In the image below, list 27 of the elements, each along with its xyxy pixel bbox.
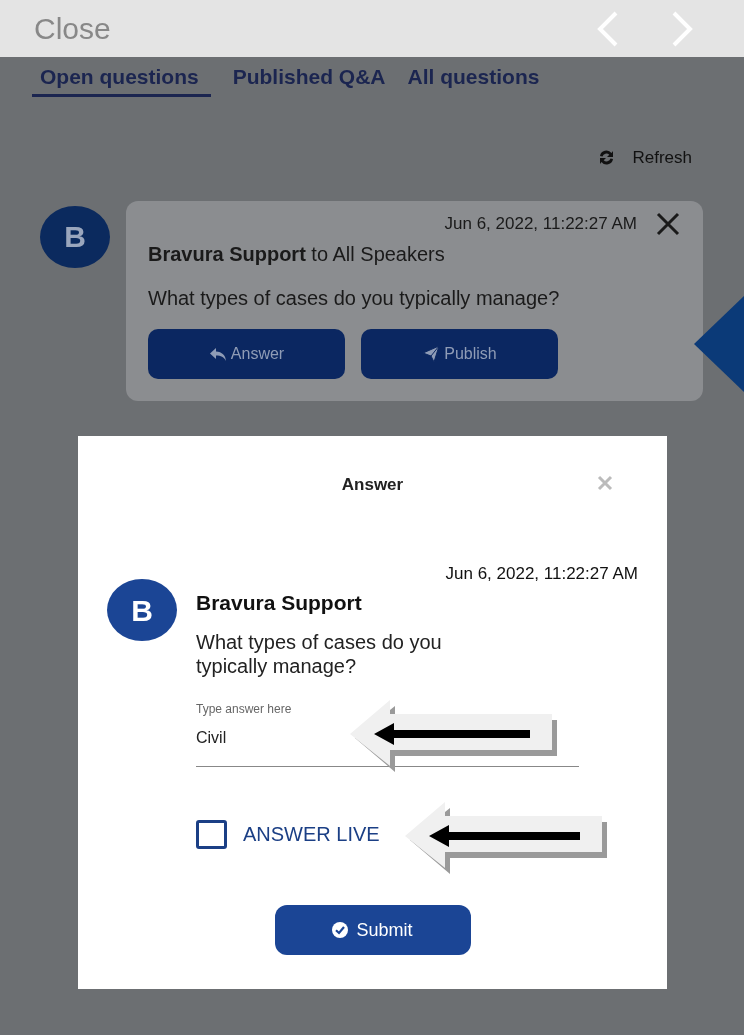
close-button[interactable] [655, 210, 681, 237]
question-text: What types of cases do you typically manage? [148, 285, 561, 311]
publish-button[interactable]: Publish [361, 328, 558, 379]
check-circle-icon [332, 922, 349, 938]
checkbox[interactable] [196, 819, 227, 849]
timestamp: Jun 6, 2022, 11:22:27 AM [444, 563, 638, 585]
checkbox-label: ANSWER LIVE [243, 822, 380, 847]
avatar: B [107, 579, 177, 641]
floating-label: Type answer here [196, 701, 293, 718]
close-icon[interactable] [597, 474, 613, 491]
answer-button[interactable]: Answer [148, 328, 345, 379]
sender-name: Bravura Support [196, 589, 363, 616]
submit-button[interactable]: Submit [274, 905, 471, 955]
paper-plane-icon [422, 344, 441, 363]
question-text: What types of cases do you typically manage? [196, 630, 443, 678]
reply-icon [208, 345, 227, 362]
timestamp: Jun 6, 2022, 11:22:27 AM [444, 212, 637, 235]
avatar: B [40, 205, 110, 268]
close-link[interactable]: Close [34, 6, 111, 51]
refresh-button[interactable]: Refresh [597, 145, 692, 171]
tab[interactable]: Published Q&A [232, 57, 386, 97]
tab[interactable]: All questions [407, 57, 540, 97]
answer-input[interactable]: Civil [196, 726, 579, 750]
tab[interactable]: Open questions [32, 57, 211, 97]
sender-line: Bravura Support to All Speakers [148, 241, 446, 267]
close-icon [655, 210, 681, 237]
dialog-title: Answer [341, 473, 404, 496]
